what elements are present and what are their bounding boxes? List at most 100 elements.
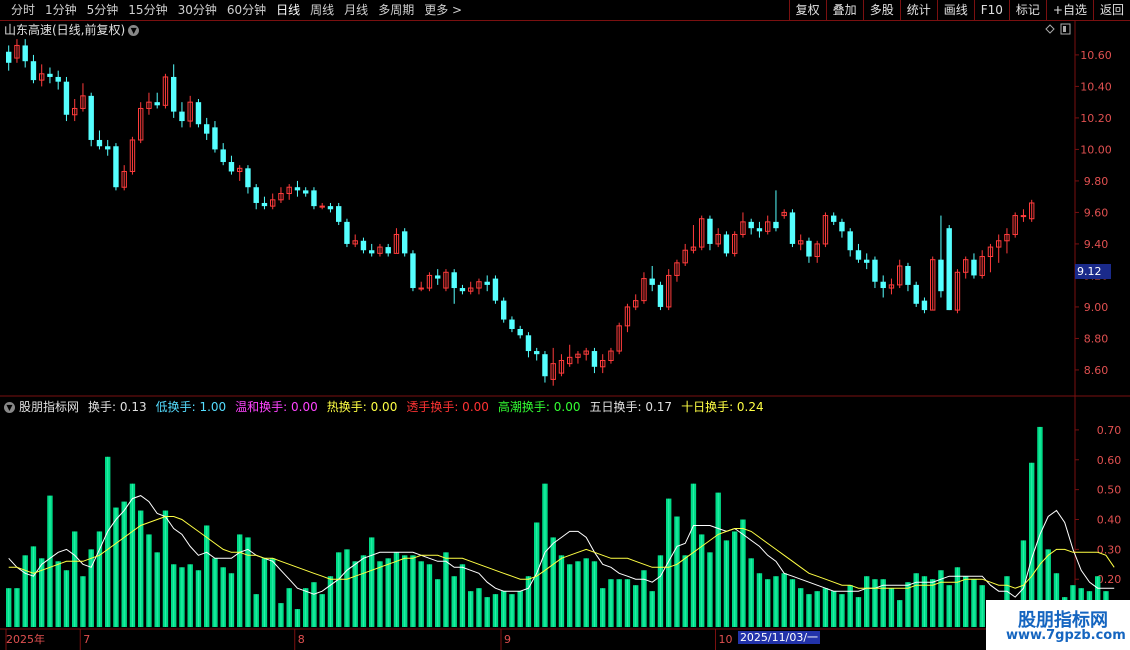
price-tick-label: 8.80 <box>1084 332 1109 345</box>
candle-body-down <box>402 231 408 254</box>
candle-body-down <box>880 281 886 289</box>
candle-body-down <box>591 351 598 367</box>
price-tick-label: 10.20 <box>1080 112 1112 125</box>
indicator-value-2: 温和换手: 0.00 <box>235 400 318 414</box>
month-label: 8 <box>298 633 305 646</box>
indicator-value-3: 热换手: 0.00 <box>326 400 398 414</box>
candle-body-down <box>748 221 754 229</box>
current-price-tag: 9.12 <box>1075 264 1111 279</box>
candle-body-up <box>418 287 424 290</box>
candle-body-down <box>261 202 268 207</box>
candle-body-down <box>806 240 812 257</box>
turnover-tick-label: 0.40 <box>1097 514 1122 527</box>
candle-body-down <box>30 61 37 81</box>
diamond-icon[interactable] <box>1045 24 1055 34</box>
watermark-url: www.7gpzb.com <box>1006 628 1126 643</box>
candle-body-down <box>921 300 928 311</box>
chevron-down-icon[interactable]: ▼ <box>128 25 140 36</box>
month-label: 7 <box>83 633 90 646</box>
candle-body-down <box>171 76 177 112</box>
candle-body-down <box>649 278 655 285</box>
turnover-tick-label: 0.60 <box>1097 454 1122 467</box>
candle-body-down <box>847 231 853 251</box>
candle-body-up <box>319 205 325 208</box>
candle-body-up <box>1020 215 1027 218</box>
indicator-value-6: 五日换手: 0.17 <box>589 400 673 414</box>
price-tick-label: 8.60 <box>1084 364 1109 377</box>
indicator-legend: ▼ 股朋指标网 换手: 0.13 低换手: 1.00 温和换手: 0.00 热换手: 0.… <box>4 398 772 415</box>
price-tick-label: 10.60 <box>1080 49 1112 62</box>
candle-body-down <box>946 228 952 311</box>
candle-body-down <box>204 124 210 134</box>
candle-body-down <box>855 250 862 260</box>
candle-body-down <box>657 284 664 307</box>
indicator-name[interactable]: 股朋指标网 <box>19 400 79 414</box>
price-tick-label: 10.00 <box>1080 143 1112 156</box>
candle-body-down <box>55 76 61 82</box>
candle-body-down <box>22 45 28 62</box>
stock-title[interactable]: 山东高速(日线,前复权) ▼ <box>4 21 140 38</box>
candle-body-down <box>831 215 837 222</box>
turnover-tick-label: 0.30 <box>1097 543 1122 556</box>
candle-body-down <box>410 253 416 289</box>
candle-body-down <box>63 81 70 115</box>
candle-body-down <box>360 240 367 251</box>
candle-body-down <box>6 51 12 63</box>
indicator-value-0: 换手: 0.13 <box>88 400 147 414</box>
candle-body-down <box>501 300 507 320</box>
indicator-value-1: 低换手: 1.00 <box>155 400 227 414</box>
candle-body-down <box>913 284 919 304</box>
candle-body-down <box>336 206 342 222</box>
candle-body-down <box>228 162 235 172</box>
candle-body-down <box>154 102 160 106</box>
indicator-value-4: 透手换手: 0.00 <box>406 400 489 414</box>
candle-body-down <box>451 272 457 289</box>
candle-body-down <box>756 228 763 232</box>
month-label: 10 <box>719 633 733 646</box>
candle-body-down <box>311 190 317 207</box>
candle-body-down <box>294 187 301 191</box>
candle-body-down <box>492 278 499 301</box>
price-tick-label: 9.00 <box>1084 301 1109 314</box>
turnover-tick-label: 0.50 <box>1097 484 1122 497</box>
candle-body-down <box>327 206 334 210</box>
stock-title-text: 山东高速(日线,前复权) <box>4 23 126 37</box>
candle-body-down <box>344 221 350 244</box>
candle-body-down <box>459 288 466 292</box>
candle-body-down <box>525 335 532 352</box>
indicator-value-5: 高潮换手: 0.00 <box>497 400 581 414</box>
candle-body-down <box>212 127 218 150</box>
price-tick-label: 10.40 <box>1080 80 1112 93</box>
candle-body-down <box>971 259 977 276</box>
candle-body-down <box>179 111 185 122</box>
candle-body-down <box>864 259 870 263</box>
candle-body-down <box>105 146 111 150</box>
candle-body-down <box>509 319 515 329</box>
candle-body-down <box>253 187 259 203</box>
candle-body-down <box>385 247 391 254</box>
turnover-tick-label: 0.20 <box>1097 573 1122 586</box>
candle-body-down <box>88 95 94 140</box>
price-tick-label: 9.60 <box>1084 206 1109 219</box>
indicator-value-7: 十日换手: 0.24 <box>681 400 764 414</box>
candle-body-down <box>773 221 779 229</box>
candle-body-down <box>938 259 944 292</box>
candle-body-down <box>47 73 53 77</box>
candle-body-down <box>839 221 845 232</box>
candle-body-down <box>517 328 523 336</box>
month-label: 2025年 <box>6 632 45 646</box>
candle-body-down <box>96 139 103 147</box>
price-tick-label: 9.80 <box>1084 175 1109 188</box>
panel-controls <box>1042 22 1072 39</box>
candle-body-down <box>484 281 490 285</box>
crosshair-date-tag: 2025/11/03/一 <box>738 631 820 644</box>
candle-body-down <box>245 168 251 188</box>
candle-body-down <box>220 149 226 163</box>
candle-body-down <box>542 354 548 377</box>
chevron-down-icon[interactable]: ▼ <box>4 402 15 413</box>
candle-body-down <box>723 234 730 254</box>
candle-body-down <box>789 212 796 244</box>
candle-body-down <box>435 275 441 279</box>
candle-body-down <box>872 259 878 282</box>
candle-body-down <box>905 265 911 285</box>
